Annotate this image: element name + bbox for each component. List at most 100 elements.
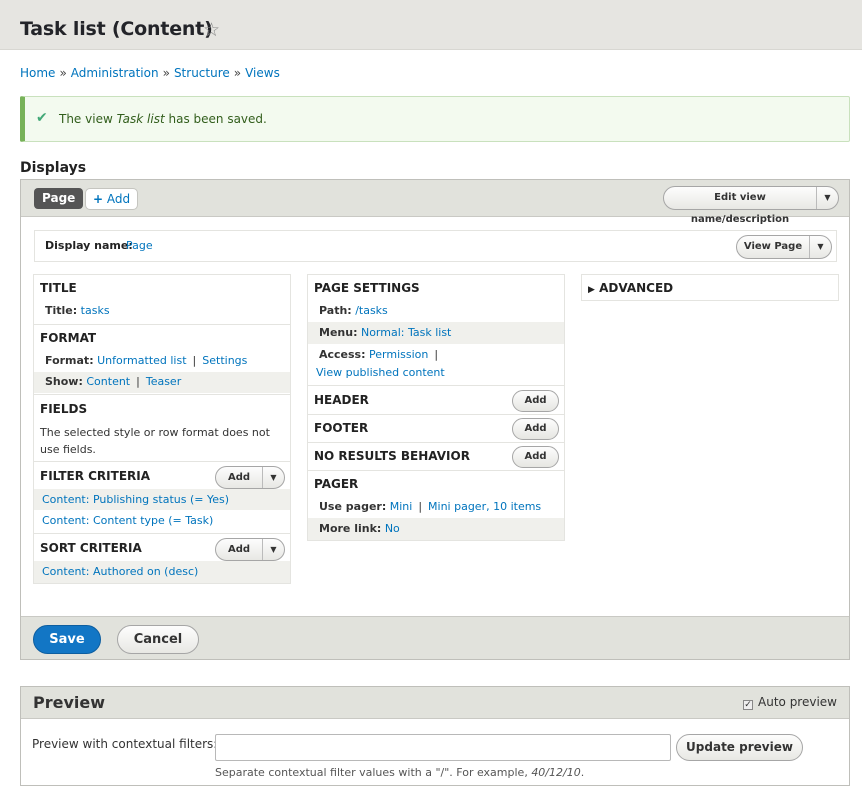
use-pager-value-link[interactable]: Mini — [390, 500, 413, 513]
fields-section-heading: FIELDS — [40, 402, 88, 416]
access-detail-link[interactable]: View published content — [316, 366, 445, 379]
menu-value-link[interactable]: Normal: Task list — [361, 326, 451, 339]
add-display-button[interactable]: + Add — [85, 188, 138, 210]
page-settings-heading: PAGE SETTINGS — [314, 281, 420, 295]
display-name-label: Display name: — [45, 239, 133, 252]
menu-row: Menu: Normal: Task list — [319, 326, 451, 339]
path-row: Path: /tasks — [319, 304, 388, 317]
show-label: Show: — [45, 375, 83, 388]
title-value-link[interactable]: tasks — [81, 304, 110, 317]
filter-add-dropbutton[interactable]: Add ▼ — [215, 466, 285, 489]
access-value-link[interactable]: Permission — [369, 348, 428, 361]
displays-heading: Displays — [20, 160, 87, 176]
format-settings-link[interactable]: Settings — [202, 354, 247, 367]
more-link-value-link[interactable]: No — [385, 522, 400, 535]
breadcrumb-structure[interactable]: Structure — [174, 66, 230, 80]
auto-preview-toggle[interactable]: ✓ Auto preview — [743, 695, 837, 710]
chevron-down-icon[interactable]: ▼ — [809, 236, 831, 258]
more-link-label: More link: — [319, 522, 382, 535]
edit-view-name-dropbutton[interactable]: Edit view name/description ▼ — [663, 186, 839, 225]
sort-add-dropbutton[interactable]: Add ▼ — [215, 538, 285, 561]
star-icon[interactable]: ☆ — [203, 21, 220, 40]
status-text: The view Task list has been saved. — [59, 112, 267, 126]
show-mode-link[interactable]: Teaser — [146, 375, 181, 388]
add-display-label: Add — [106, 192, 131, 206]
sort-add-label[interactable]: Add — [216, 539, 262, 560]
save-button[interactable]: Save — [33, 625, 101, 654]
title-row: Title: tasks — [45, 304, 110, 317]
no-results-heading: NO RESULTS BEHAVIOR — [314, 449, 470, 463]
show-value-link[interactable]: Content — [86, 375, 130, 388]
header-section-heading: HEADER — [314, 393, 369, 407]
page-title: Task list (Content) — [20, 18, 213, 40]
help-prefix: Separate contextual filter values with a… — [215, 766, 528, 779]
pipe-separator: | — [192, 354, 197, 367]
access-row: Access: Permission | — [319, 348, 444, 361]
show-row: Show: Content | Teaser — [45, 375, 181, 388]
display-name-value[interactable]: Page — [126, 239, 153, 252]
advanced-label: ADVANCED — [599, 281, 674, 295]
path-value-link[interactable]: /tasks — [355, 304, 388, 317]
status-view-name: Task list — [116, 112, 165, 126]
filter-add-label[interactable]: Add — [216, 467, 262, 488]
auto-preview-label: Auto preview — [758, 695, 837, 709]
pipe-separator: | — [434, 348, 439, 361]
filter-item-content-type[interactable]: Content: Content type (= Task) — [42, 514, 213, 527]
preview-title: Preview — [33, 693, 106, 712]
format-value-link[interactable]: Unformatted list — [97, 354, 186, 367]
sort-item-authored-on[interactable]: Content: Authored on (desc) — [42, 565, 198, 578]
chevron-down-icon[interactable]: ▼ — [262, 539, 284, 560]
menu-label: Menu: — [319, 326, 358, 339]
advanced-toggle[interactable]: ▶ ADVANCED — [588, 281, 673, 295]
preview-box: Preview ✓ Auto preview Preview with conte… — [20, 686, 850, 786]
advanced-column[interactable]: ▶ ADVANCED — [581, 274, 839, 301]
update-preview-button[interactable]: Update preview — [676, 734, 803, 761]
status-suffix: has been saved. — [168, 112, 267, 126]
views-display-box: Page + Add Edit view name/description ▼ … — [20, 179, 850, 660]
help-example: 40/12/10 — [531, 766, 581, 779]
status-prefix: The view — [59, 112, 113, 126]
contextual-filters-label: Preview with contextual filters: — [32, 737, 218, 751]
tab-page[interactable]: Page — [34, 188, 84, 209]
auto-preview-checkbox[interactable]: ✓ — [743, 700, 754, 710]
divider — [308, 414, 564, 415]
pipe-separator: | — [418, 500, 423, 513]
divider — [34, 461, 290, 462]
page-header: Task list (Content) ☆ — [0, 0, 862, 50]
breadcrumb: Home» Administration» Structure» Views — [20, 66, 280, 80]
no-results-add-button[interactable]: Add — [512, 446, 559, 468]
edit-view-name-label[interactable]: Edit view name/description — [664, 187, 816, 225]
divider — [308, 442, 564, 443]
format-row: Format: Unformatted list | Settings — [45, 354, 247, 367]
left-column: TITLE Title: tasks FORMAT Format: Unform… — [33, 274, 291, 584]
more-link-row: More link: No — [319, 522, 400, 535]
breadcrumb-views[interactable]: Views — [245, 66, 280, 80]
footer-add-button[interactable]: Add — [512, 418, 559, 440]
filter-item-publishing-status[interactable]: Content: Publishing status (= Yes) — [42, 493, 229, 506]
contextual-filters-input[interactable] — [215, 734, 671, 761]
view-page-label[interactable]: View Page — [737, 236, 809, 258]
actions-bar: Save Cancel — [21, 616, 849, 659]
display-tabs-bar: Page + Add Edit view name/description ▼ — [21, 180, 849, 225]
use-pager-detail-link[interactable]: Mini pager, 10 items — [428, 500, 541, 513]
title-label: Title: — [45, 304, 78, 317]
filter-criteria-heading: FILTER CRITERIA — [40, 469, 151, 483]
cancel-button[interactable]: Cancel — [117, 625, 199, 654]
view-page-dropbutton[interactable]: View Page ▼ — [736, 235, 832, 259]
preview-header: Preview ✓ Auto preview — [21, 687, 849, 719]
breadcrumb-home[interactable]: Home — [20, 66, 55, 80]
path-label: Path: — [319, 304, 352, 317]
pipe-separator: | — [136, 375, 140, 388]
header-add-button[interactable]: Add — [512, 390, 559, 412]
chevron-down-icon[interactable]: ▼ — [262, 467, 284, 488]
pager-section-heading: PAGER — [314, 477, 359, 491]
use-pager-label: Use pager: — [319, 500, 387, 513]
chevron-down-icon[interactable]: ▼ — [816, 187, 838, 209]
divider — [34, 324, 290, 325]
display-name-bar: Display name: Page View Page ▼ — [34, 230, 837, 262]
contextual-filters-help: Separate contextual filter values with a… — [215, 766, 584, 779]
triangle-right-icon: ▶ — [588, 285, 595, 295]
breadcrumb-administration[interactable]: Administration — [71, 66, 159, 80]
status-message: ✔ The view Task list has been saved. — [20, 96, 850, 142]
format-label: Format: — [45, 354, 94, 367]
